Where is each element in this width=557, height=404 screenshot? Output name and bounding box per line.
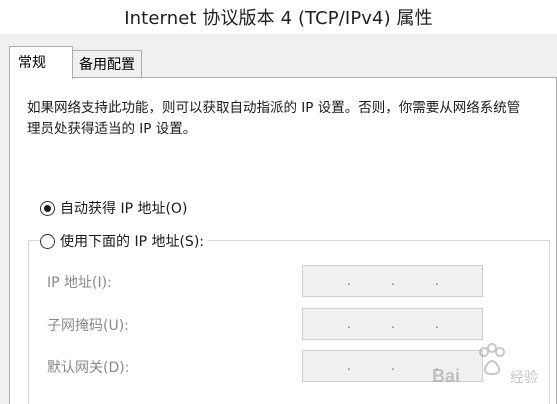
description-text: 如果网络支持此功能，则可以获取自动指派的 IP 设置。否则，你需要从网络系统管理…: [27, 100, 521, 137]
radio-dot: [44, 204, 51, 212]
ip-dot-separator: .: [391, 317, 395, 331]
baidu-jingyan-watermark-logo: Bai 经验: [432, 343, 538, 386]
svg-text:经验: 经验: [510, 370, 538, 386]
title-bar[interactable]: Internet 协议版本 4 (TCP/IPv4) 属性: [0, 0, 557, 34]
radio-obtain-ip-label: 自动获得 IP 地址(O): [60, 201, 188, 217]
ip-dot-separator: .: [435, 317, 439, 331]
ip-dot-separator: .: [347, 359, 351, 373]
radio-button-unchecked[interactable]: [40, 233, 55, 249]
tab-alternate-configuration[interactable]: 备用配置: [72, 50, 142, 77]
tab-alternate-label: 备用配置: [79, 57, 135, 73]
default-gateway-label: 默认网关(D):: [47, 360, 130, 376]
ip-dot-separator: .: [391, 274, 395, 288]
window-title: Internet 协议版本 4 (TCP/IPv4) 属性: [124, 8, 433, 29]
radio-obtain-ip-automatically[interactable]: 自动获得 IP 地址(O): [40, 198, 192, 218]
ip-address-label: IP 地址(I):: [47, 275, 112, 291]
ip-dot-separator: .: [347, 274, 351, 288]
ip-dot-separator: .: [435, 274, 439, 288]
radio-button-checked[interactable]: [40, 200, 55, 216]
ip-address-input[interactable]: . . .: [302, 265, 483, 297]
svg-text:Bai: Bai: [432, 366, 460, 386]
subnet-mask-label: 子网掩码(U):: [47, 318, 129, 334]
radio-use-following-ip[interactable]: 使用下面的 IP 地址(S):: [40, 231, 208, 251]
tab-general[interactable]: 常规: [9, 46, 73, 79]
ip-dot-separator: .: [391, 359, 395, 373]
tab-general-label: 常规: [18, 55, 46, 71]
subnet-mask-input[interactable]: . . .: [302, 308, 483, 340]
ip-dot-separator: .: [347, 317, 351, 331]
radio-use-following-ip-label: 使用下面的 IP 地址(S):: [60, 234, 204, 250]
